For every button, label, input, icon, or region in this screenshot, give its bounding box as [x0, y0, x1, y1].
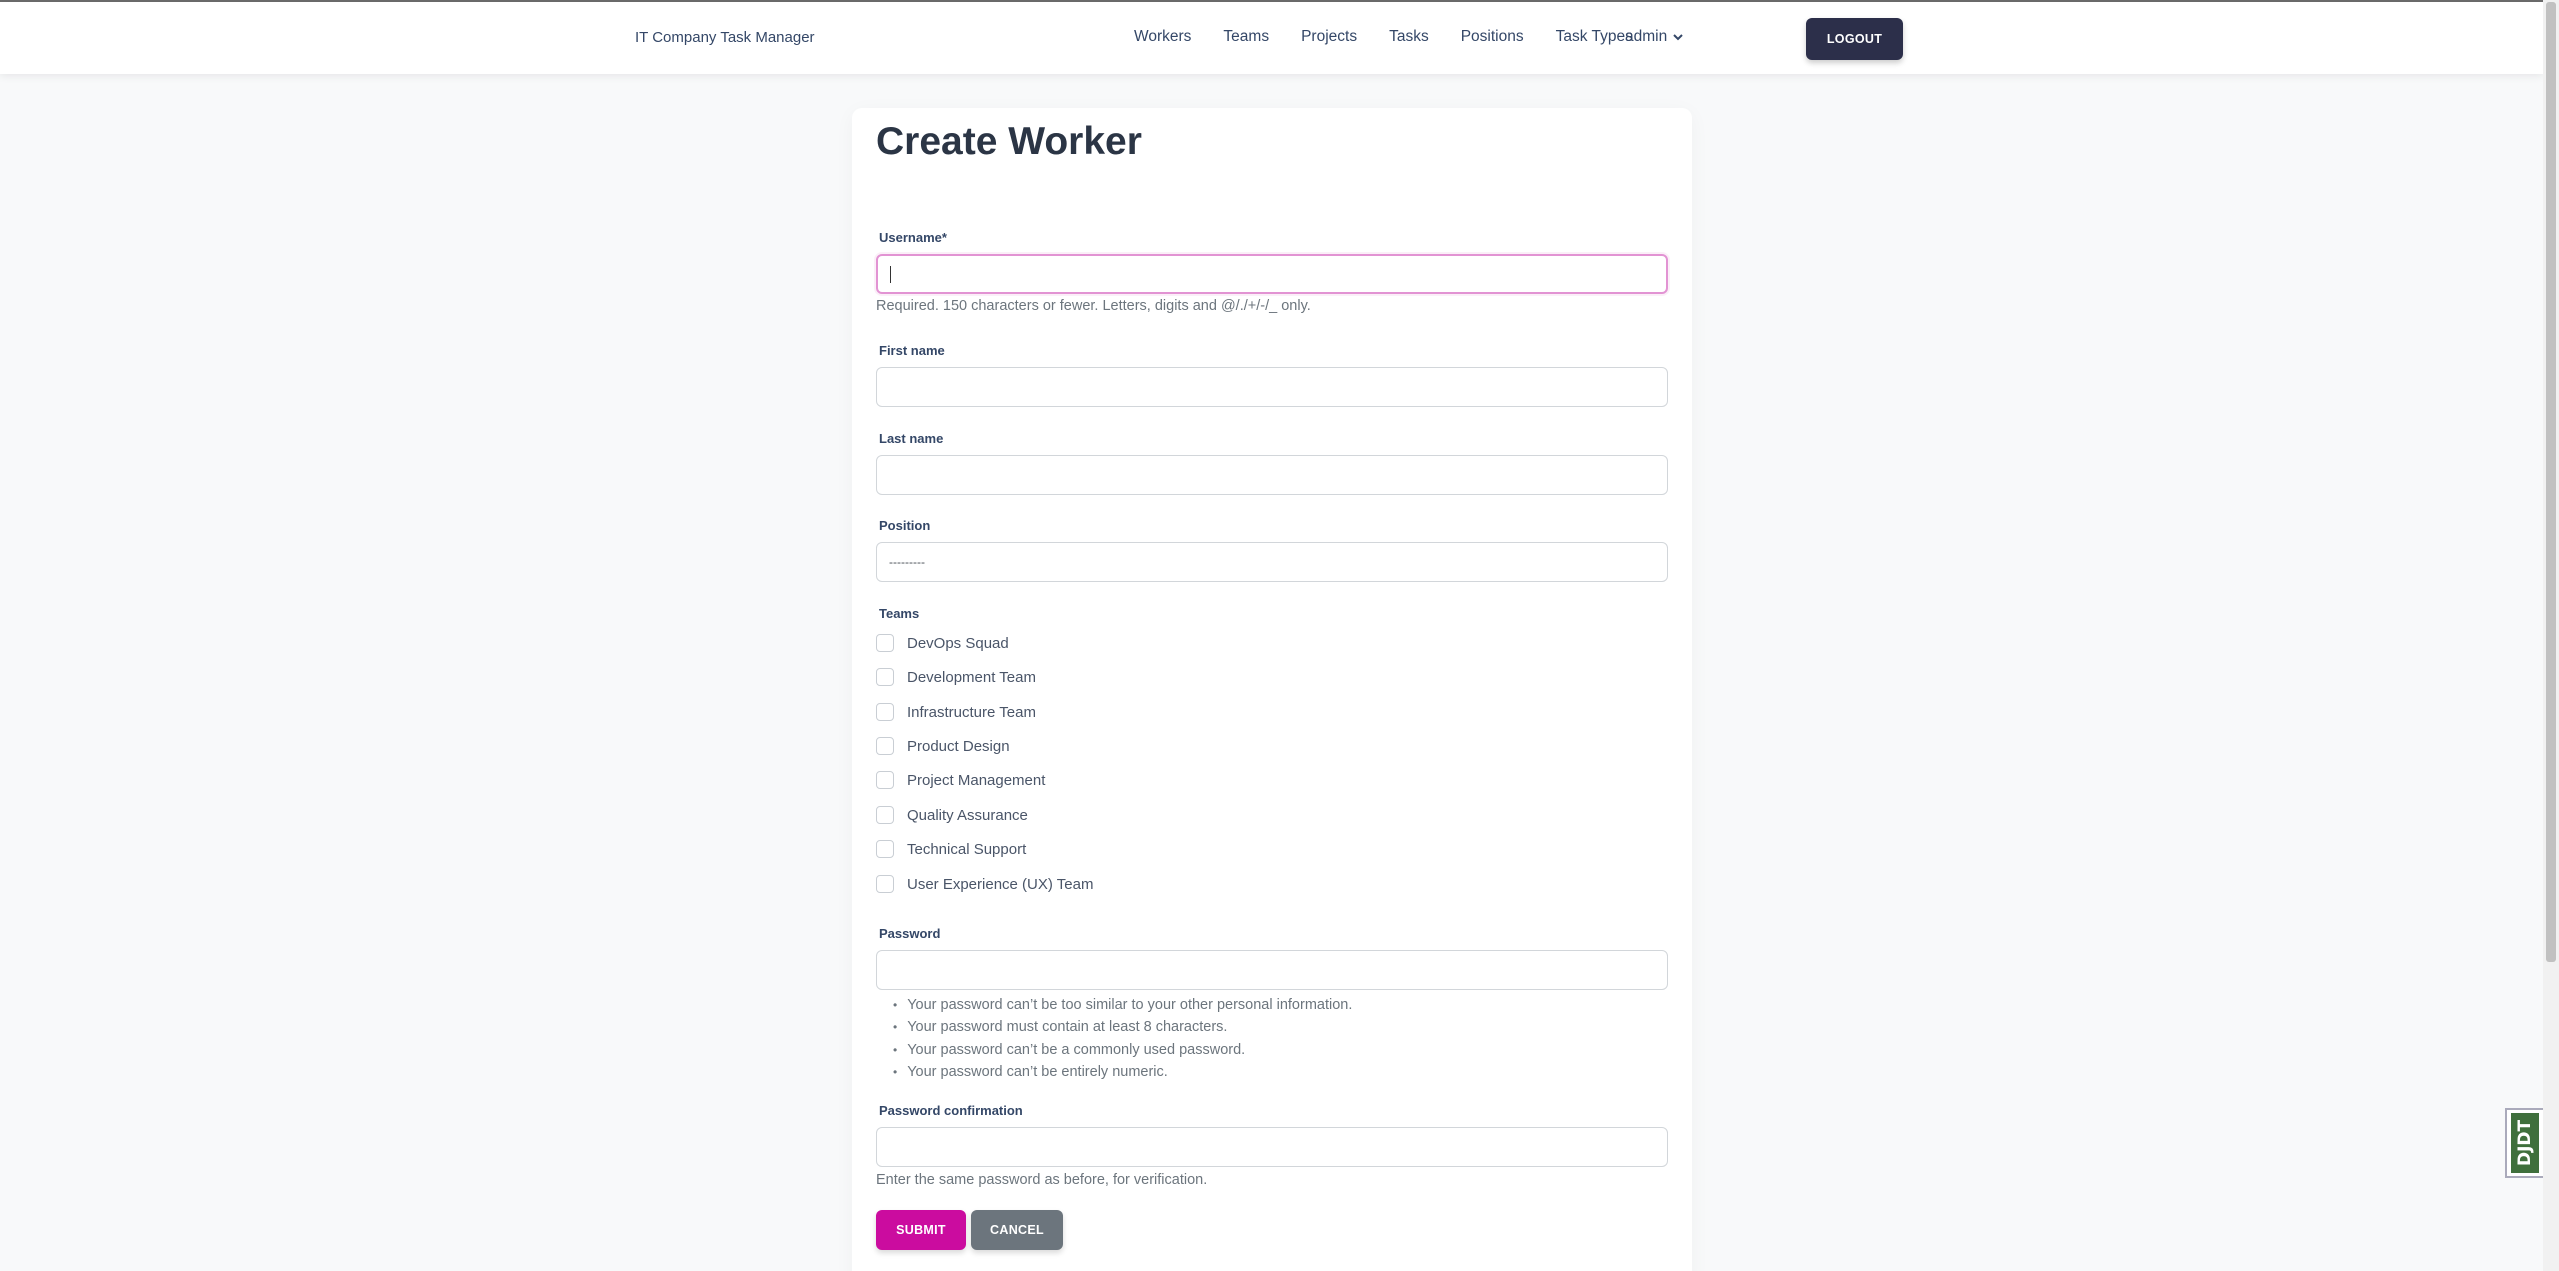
password-input[interactable] [876, 950, 1668, 990]
username-label: Username* [879, 230, 947, 245]
nav-tasks[interactable]: Tasks [1389, 28, 1429, 46]
team-label: Development Team [907, 668, 1036, 686]
position-select[interactable]: --------- [876, 542, 1668, 582]
team-label: Technical Support [907, 840, 1027, 858]
djdt-logo: DJDT [2511, 1113, 2539, 1173]
user-name: admin [1625, 28, 1668, 45]
username-input[interactable] [876, 254, 1668, 294]
position-selected-value: --------- [889, 555, 925, 569]
nav-projects[interactable]: Projects [1301, 28, 1357, 46]
submit-button[interactable]: SUBMIT [876, 1210, 966, 1250]
cancel-button[interactable]: CANCEL [971, 1210, 1063, 1250]
checkbox[interactable] [876, 634, 894, 652]
team-label: Project Management [907, 771, 1046, 789]
scrollbar-thumb[interactable] [2546, 2, 2556, 962]
brand-link[interactable]: IT Company Task Manager [635, 29, 815, 46]
checkbox[interactable] [876, 806, 894, 824]
team-checkbox-row[interactable]: DevOps Squad [876, 634, 1009, 652]
position-label: Position [879, 518, 931, 533]
nav-positions[interactable]: Positions [1461, 28, 1524, 46]
checkbox[interactable] [876, 703, 894, 721]
page-title: Create Worker [876, 120, 1142, 163]
nav-task-types[interactable]: Task Types [1556, 28, 1633, 46]
first-name-label: First name [879, 343, 945, 358]
team-label: Infrastructure Team [907, 703, 1036, 721]
team-checkbox-row[interactable]: User Experience (UX) Team [876, 875, 1093, 893]
user-dropdown[interactable]: admin [1625, 28, 1683, 46]
password-confirm-label: Password confirmation [879, 1103, 1023, 1118]
nav-teams[interactable]: Teams [1223, 28, 1269, 46]
team-checkbox-row[interactable]: Infrastructure Team [876, 703, 1036, 721]
team-checkbox-row[interactable]: Product Design [876, 737, 1010, 755]
team-checkbox-row[interactable]: Technical Support [876, 840, 1026, 858]
team-label: User Experience (UX) Team [907, 875, 1094, 893]
team-checkbox-row[interactable]: Development Team [876, 668, 1036, 686]
password-help-item: Your password can’t be entirely numeric. [893, 1061, 1352, 1083]
team-checkbox-row[interactable]: Quality Assurance [876, 806, 1028, 824]
logout-button[interactable]: LOGOUT [1806, 18, 1903, 60]
password-help-item: Your password can’t be too similar to yo… [893, 994, 1352, 1016]
password-help-list: Your password can’t be too similar to yo… [893, 994, 1352, 1083]
checkbox[interactable] [876, 737, 894, 755]
team-label: Quality Assurance [907, 806, 1028, 824]
password-confirm-help: Enter the same password as before, for v… [876, 1172, 1208, 1188]
password-label: Password [879, 926, 941, 941]
text-caret [890, 265, 891, 283]
password-confirm-input[interactable] [876, 1127, 1668, 1167]
team-label: Product Design [907, 737, 1010, 755]
team-checkbox-row[interactable]: Project Management [876, 771, 1045, 789]
checkbox[interactable] [876, 668, 894, 686]
password-help-item: Your password must contain at least 8 ch… [893, 1016, 1352, 1038]
nav-workers[interactable]: Workers [1134, 28, 1191, 46]
debug-toolbar-handle[interactable]: DJDT [2505, 1108, 2543, 1178]
navbar: IT Company Task Manager Workers Teams Pr… [0, 2, 2543, 74]
username-help: Required. 150 characters or fewer. Lette… [876, 298, 1311, 314]
team-label: DevOps Squad [907, 634, 1009, 652]
nav-links: Workers Teams Projects Tasks Positions T… [1134, 28, 1665, 46]
first-name-input[interactable] [876, 367, 1668, 407]
checkbox[interactable] [876, 840, 894, 858]
password-help-item: Your password can’t be a commonly used p… [893, 1039, 1352, 1061]
teams-label: Teams [879, 606, 920, 621]
chevron-down-icon [1673, 33, 1683, 44]
last-name-input[interactable] [876, 455, 1668, 495]
checkbox[interactable] [876, 875, 894, 893]
last-name-label: Last name [879, 431, 944, 446]
checkbox[interactable] [876, 771, 894, 789]
